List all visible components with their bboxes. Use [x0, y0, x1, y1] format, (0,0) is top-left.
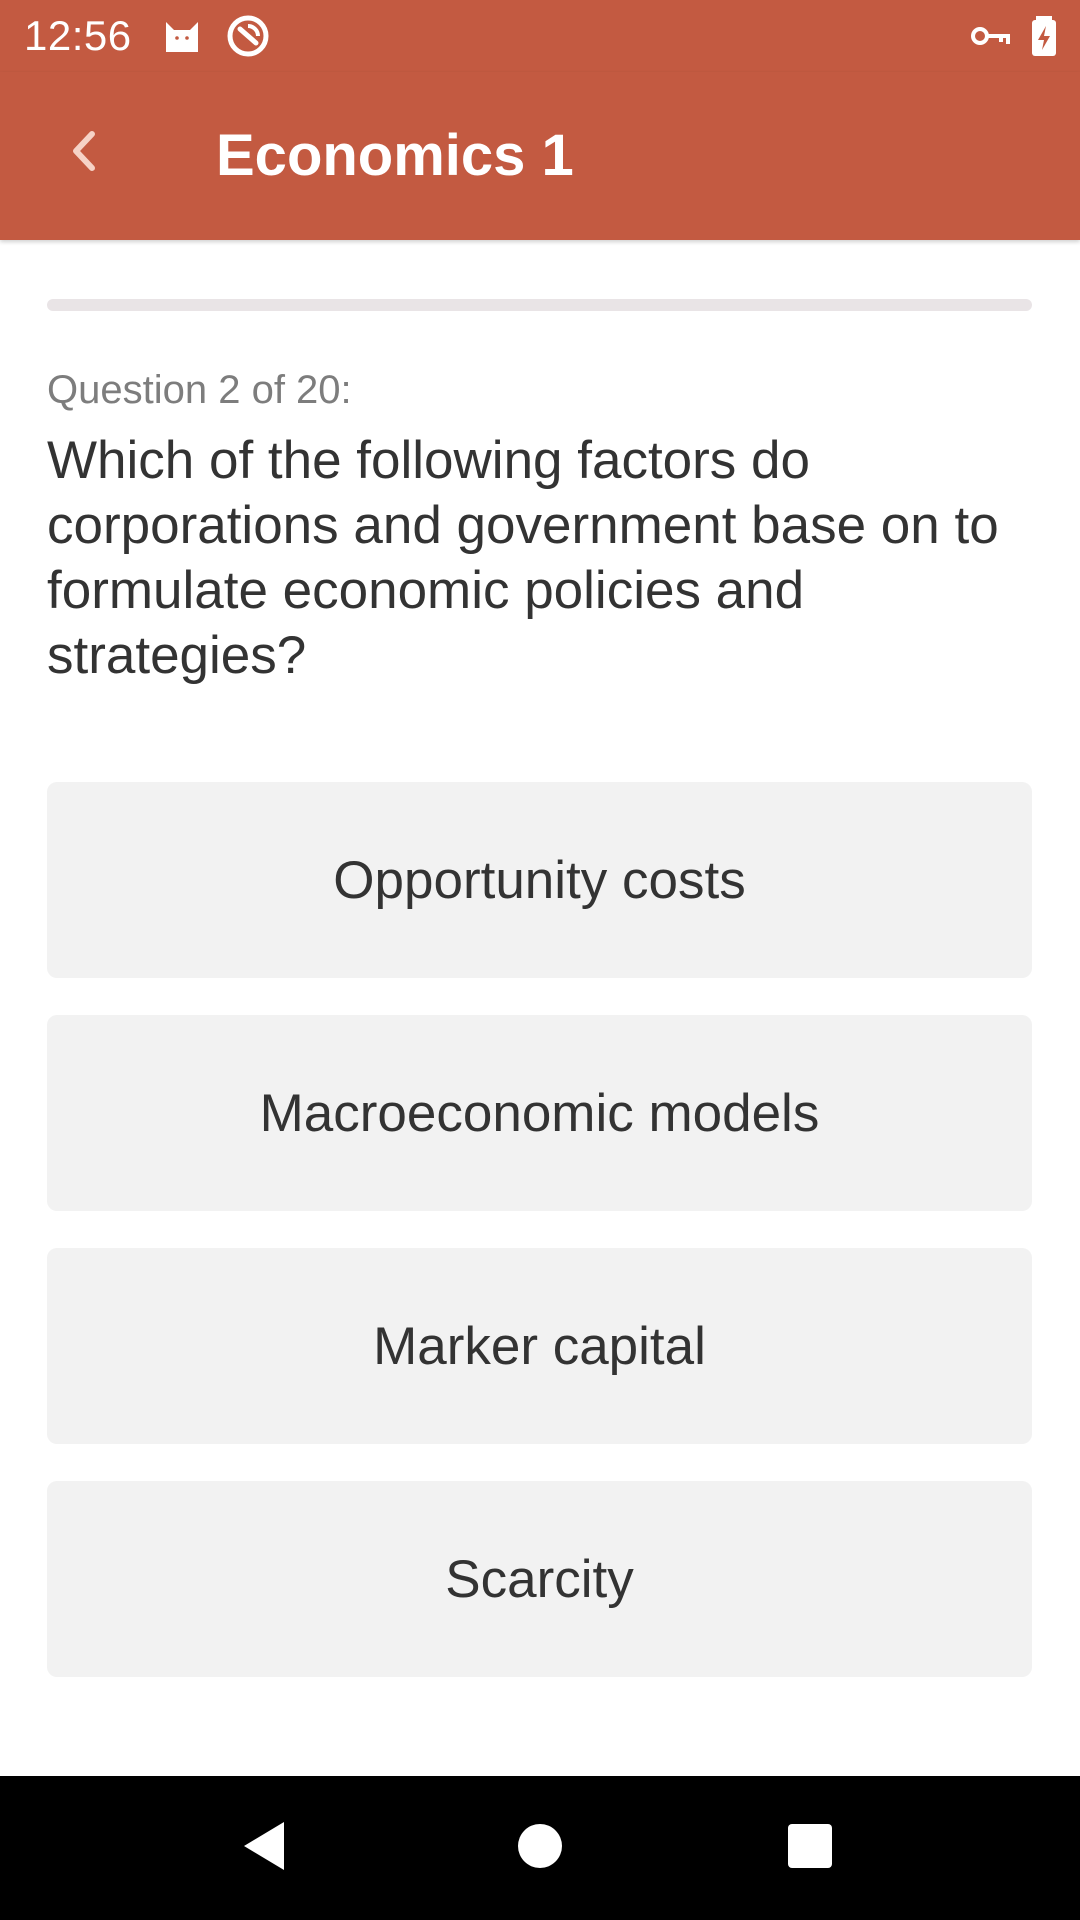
system-nav-bar [0, 1776, 1080, 1920]
chevron-left-icon [60, 126, 110, 181]
answer-label: Scarcity [445, 1549, 634, 1609]
status-bar: 12:56 [0, 0, 1080, 72]
answer-option-macroeconomic-models[interactable]: Macroeconomic models [47, 1015, 1032, 1211]
progress-bar [47, 299, 1032, 311]
sync-icon [226, 14, 270, 58]
question-counter: Question 2 of 20: [47, 368, 352, 412]
back-button[interactable] [40, 108, 130, 198]
question-text: Which of the following factors do corpor… [47, 431, 999, 685]
answer-label: Opportunity costs [333, 850, 746, 910]
page-title: Economics 1 [216, 123, 574, 188]
nav-recents-button[interactable] [760, 1798, 860, 1898]
answer-option-opportunity-costs[interactable]: Opportunity costs [47, 782, 1032, 978]
home-circle-icon [510, 1816, 570, 1881]
answer-option-scarcity[interactable]: Scarcity [47, 1481, 1032, 1677]
answer-label: Macroeconomic models [259, 1083, 820, 1143]
answer-label: Marker capital [373, 1316, 706, 1376]
cat-icon [160, 14, 204, 58]
answer-option-marker-capital[interactable]: Marker capital [47, 1248, 1032, 1444]
recents-square-icon [780, 1816, 840, 1881]
back-triangle-icon [236, 1816, 296, 1881]
status-time: 12:56 [24, 12, 132, 59]
nav-home-button[interactable] [490, 1798, 590, 1898]
battery-charging-icon [1022, 14, 1066, 58]
app-bar: Economics 1 [0, 72, 1080, 240]
nav-back-button[interactable] [216, 1798, 316, 1898]
answer-list: Opportunity costs Macroeconomic models M… [47, 782, 1032, 1714]
vpn-key-icon [968, 14, 1012, 58]
